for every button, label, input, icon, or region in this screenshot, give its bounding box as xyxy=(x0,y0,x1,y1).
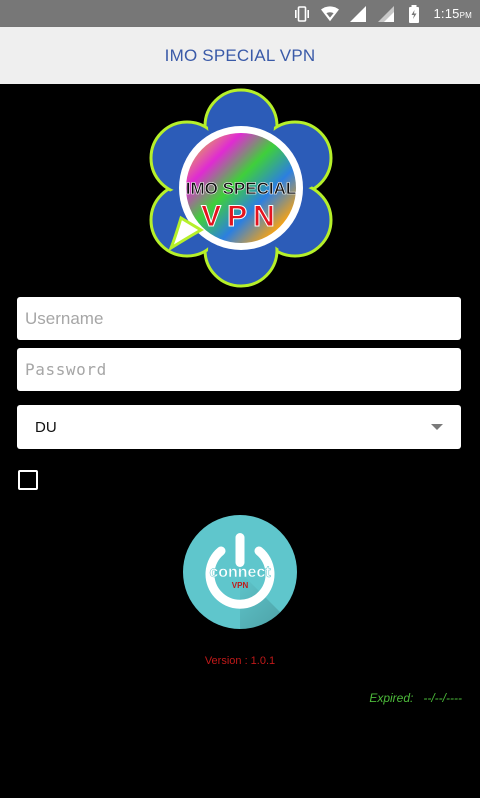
signal-icon xyxy=(349,5,367,23)
expiry-info: Expired: --/--/---- xyxy=(369,691,462,705)
connect-sublabel: VPN xyxy=(232,581,249,590)
signal-icon-2 xyxy=(377,5,395,23)
status-time: 1:15PM xyxy=(433,6,472,21)
expired-label: Expired: xyxy=(369,691,414,705)
logo-text-line2: VPN xyxy=(201,200,281,233)
server-select-value: DU xyxy=(35,418,57,436)
wifi-icon xyxy=(321,5,340,23)
version-text: Version : 1.0.1 xyxy=(204,655,276,667)
username-input[interactable] xyxy=(23,296,455,341)
status-bar: 1:15PM xyxy=(0,0,480,27)
connect-button[interactable]: connect VPN xyxy=(183,515,297,629)
app-bar: IMO SPECIAL VPN xyxy=(0,27,480,84)
logo-text-line1: IMO SPECIAL xyxy=(186,179,297,198)
vibrate-icon xyxy=(293,5,311,23)
server-select[interactable]: DU xyxy=(17,405,461,449)
username-field[interactable] xyxy=(17,296,461,341)
password-field[interactable] xyxy=(17,347,461,392)
expired-value: --/--/---- xyxy=(423,691,462,705)
app-title: IMO SPECIAL VPN xyxy=(164,45,316,65)
status-icons: 1:15PM xyxy=(293,0,472,27)
chevron-down-icon xyxy=(431,424,443,430)
battery-icon xyxy=(405,4,423,23)
password-input[interactable] xyxy=(23,347,455,392)
app-logo: IMO SPECIAL VPN xyxy=(141,88,341,288)
connect-label: connect xyxy=(209,564,271,581)
option-checkbox[interactable] xyxy=(18,470,38,490)
